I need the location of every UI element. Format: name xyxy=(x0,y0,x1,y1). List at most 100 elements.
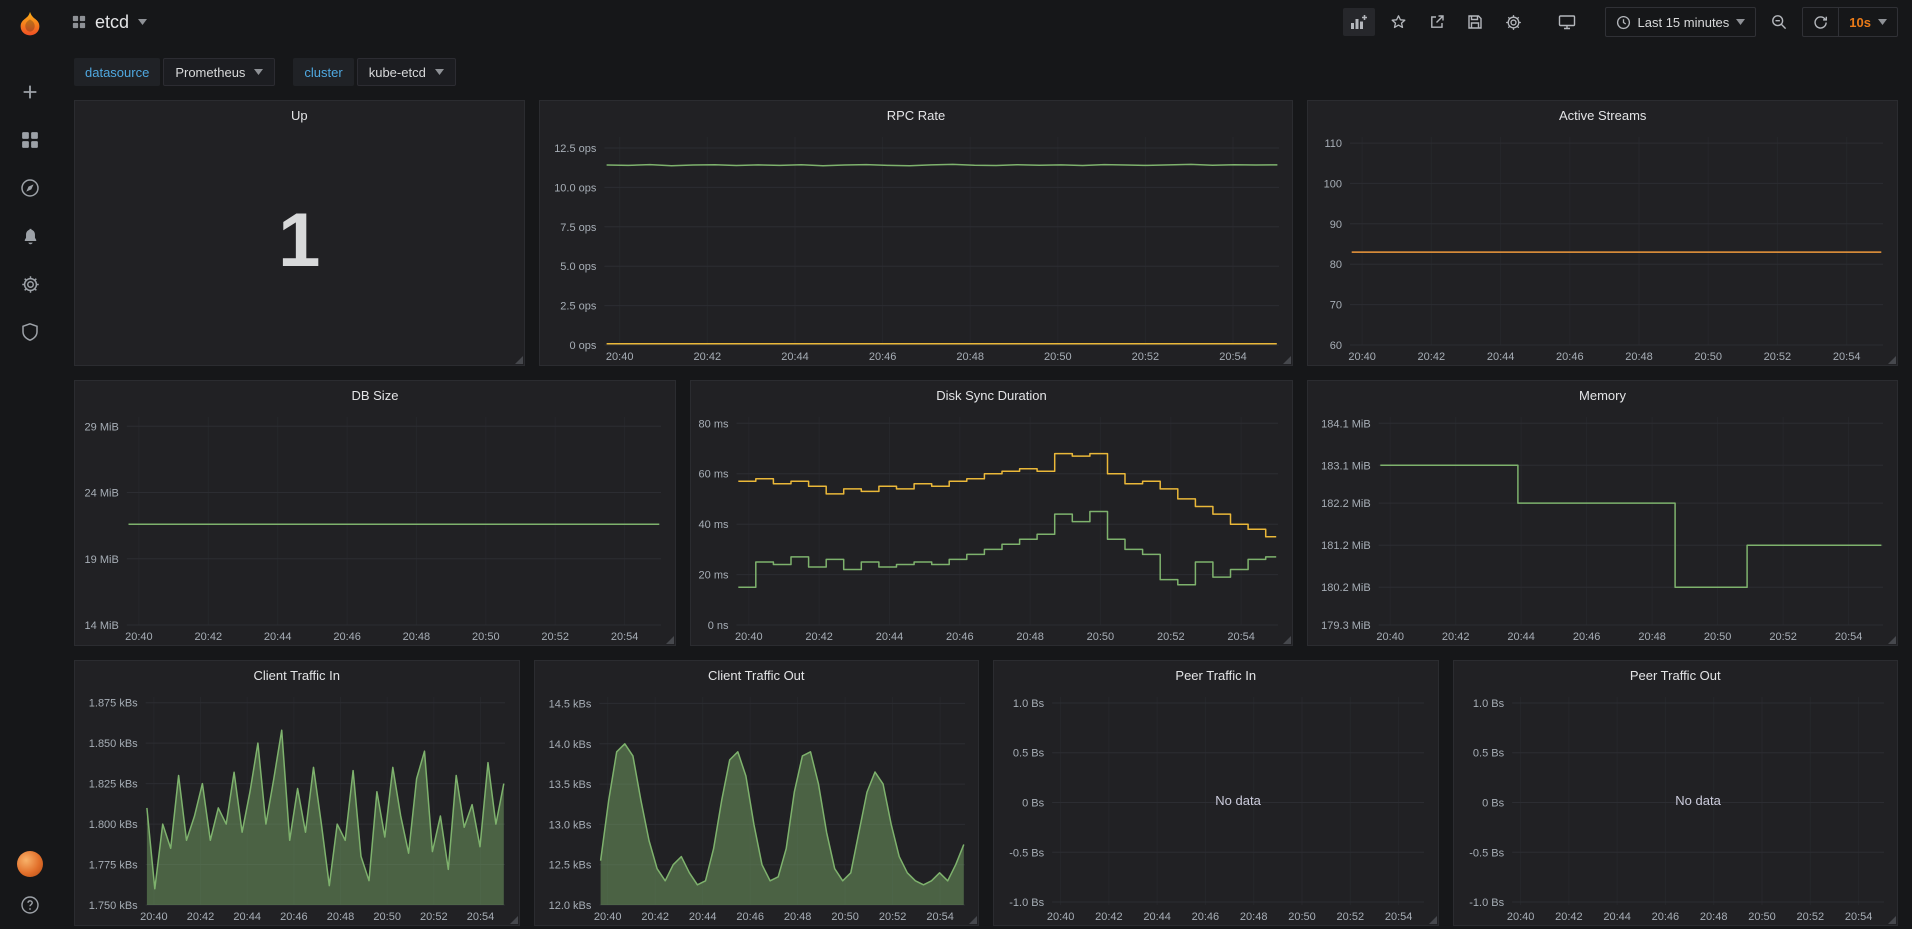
clock-icon xyxy=(1616,15,1631,30)
sidebar-item-help[interactable] xyxy=(0,895,60,915)
peer-traffic-in-chart[interactable]: 20:4020:4220:4420:4620:4820:5020:5220:54… xyxy=(994,689,1438,925)
svg-text:7.5 ops: 7.5 ops xyxy=(560,222,597,234)
svg-text:20:42: 20:42 xyxy=(195,631,223,643)
svg-text:-0.5 Bs: -0.5 Bs xyxy=(1009,847,1044,859)
svg-text:20:46: 20:46 xyxy=(1556,351,1584,363)
save-dashboard-button[interactable] xyxy=(1460,8,1490,36)
caret-down-icon xyxy=(254,69,263,75)
svg-text:20:50: 20:50 xyxy=(1748,911,1776,923)
svg-text:0.5 Bs: 0.5 Bs xyxy=(1013,748,1045,760)
variable-label: cluster xyxy=(293,58,353,86)
svg-text:20:48: 20:48 xyxy=(783,911,811,923)
panel-resize-handle[interactable] xyxy=(1888,356,1896,364)
panel-resize-handle[interactable] xyxy=(666,636,674,644)
memory-chart[interactable]: 20:4020:4220:4420:4620:4820:5020:5220:54… xyxy=(1308,409,1897,645)
panel-resize-handle[interactable] xyxy=(1283,356,1291,364)
svg-text:20:52: 20:52 xyxy=(541,631,569,643)
user-avatar[interactable] xyxy=(17,851,43,877)
panel-title[interactable]: Memory xyxy=(1308,381,1897,409)
svg-text:20:46: 20:46 xyxy=(1573,631,1601,643)
variable-datasource: datasource Prometheus xyxy=(74,58,275,86)
svg-text:20:52: 20:52 xyxy=(1337,911,1365,923)
grafana-flame-icon xyxy=(15,10,45,40)
client-traffic-out-chart[interactable]: 20:4020:4220:4420:4620:4820:5020:5220:54… xyxy=(535,689,979,925)
sidebar-item-explore[interactable] xyxy=(0,168,60,208)
svg-text:60: 60 xyxy=(1330,340,1342,352)
svg-text:20:46: 20:46 xyxy=(280,911,308,923)
variable-label: datasource xyxy=(74,58,160,86)
panel-resize-handle[interactable] xyxy=(1888,916,1896,924)
refresh-button[interactable] xyxy=(1803,8,1838,36)
settings-gear-icon xyxy=(1505,14,1522,31)
panel-title[interactable]: RPC Rate xyxy=(540,101,1293,129)
dashboard-title-button[interactable]: etcd xyxy=(72,12,147,33)
refresh-interval-dropdown[interactable]: 10s xyxy=(1838,8,1897,36)
panel-title[interactable]: Client Traffic Out xyxy=(535,661,979,689)
cycle-view-mode-button[interactable] xyxy=(1551,8,1583,36)
disk-sync-duration-chart[interactable]: 20:4020:4220:4420:4620:4820:5020:5220:54… xyxy=(691,409,1292,645)
svg-text:0 Bs: 0 Bs xyxy=(1482,798,1505,810)
svg-text:1.800 kBs: 1.800 kBs xyxy=(89,819,138,831)
panel-title[interactable]: Client Traffic In xyxy=(75,661,519,689)
svg-text:No data: No data xyxy=(1675,793,1721,808)
dashboard-content: datasource Prometheus cluster kube-etcd … xyxy=(60,0,1912,926)
sidebar-item-configuration[interactable] xyxy=(0,264,60,304)
db-size-chart[interactable]: 20:4020:4220:4420:4620:4820:5020:5220:54… xyxy=(75,409,675,645)
panel-resize-handle[interactable] xyxy=(1888,636,1896,644)
zoom-out-time-button[interactable] xyxy=(1764,8,1794,36)
svg-text:20:48: 20:48 xyxy=(403,631,431,643)
peer-traffic-out-chart[interactable]: 20:4020:4220:4420:4620:4820:5020:5220:54… xyxy=(1454,689,1898,925)
active-streams-chart[interactable]: 20:4020:4220:4420:4620:4820:5020:5220:54… xyxy=(1308,129,1897,365)
panel-active-streams: Active Streams 20:4020:4220:4420:4620:48… xyxy=(1307,100,1898,366)
svg-text:20:54: 20:54 xyxy=(611,631,639,643)
svg-text:20:44: 20:44 xyxy=(876,631,904,643)
chart-canvas: 20:4020:4220:4420:4620:4820:5020:5220:54… xyxy=(1308,129,1897,365)
grafana-logo[interactable] xyxy=(0,0,60,50)
svg-text:20:50: 20:50 xyxy=(1695,351,1723,363)
sidebar-menu xyxy=(0,72,60,352)
svg-text:20:50: 20:50 xyxy=(1087,631,1115,643)
star-dashboard-button[interactable] xyxy=(1383,8,1414,36)
panel-resize-handle[interactable] xyxy=(1283,636,1291,644)
svg-text:20:46: 20:46 xyxy=(1651,911,1679,923)
panel-resize-handle[interactable] xyxy=(515,356,523,364)
panel-resize-handle[interactable] xyxy=(1429,916,1437,924)
svg-text:20:48: 20:48 xyxy=(1240,911,1268,923)
svg-text:20:44: 20:44 xyxy=(1507,631,1535,643)
client-traffic-in-chart[interactable]: 20:4020:4220:4420:4620:4820:5020:5220:54… xyxy=(75,689,519,925)
svg-text:20:40: 20:40 xyxy=(735,631,763,643)
svg-text:14.0 kBs: 14.0 kBs xyxy=(548,739,591,751)
svg-text:20:50: 20:50 xyxy=(373,911,401,923)
panel-resize-handle[interactable] xyxy=(969,916,977,924)
sidebar-item-dashboards[interactable] xyxy=(0,120,60,160)
variable-cluster-dropdown[interactable]: kube-etcd xyxy=(357,58,456,86)
dashboard-settings-button[interactable] xyxy=(1498,8,1529,37)
panel-peer-traffic-in: Peer Traffic In 20:4020:4220:4420:4620:4… xyxy=(993,660,1439,926)
caret-down-icon xyxy=(1878,19,1887,25)
svg-text:1.0 Bs: 1.0 Bs xyxy=(1472,698,1504,710)
svg-text:5.0 ops: 5.0 ops xyxy=(560,261,597,273)
panel-title[interactable]: Active Streams xyxy=(1308,101,1897,129)
time-range-picker[interactable]: Last 15 minutes xyxy=(1605,7,1757,37)
svg-text:20:40: 20:40 xyxy=(1349,351,1377,363)
panel-resize-handle[interactable] xyxy=(510,916,518,924)
rpc-rate-chart[interactable]: 20:4020:4220:4420:4620:4820:5020:5220:54… xyxy=(540,129,1293,365)
panel-title[interactable]: Peer Traffic In xyxy=(994,661,1438,689)
panel-rpc-rate: RPC Rate 20:4020:4220:4420:4620:4820:502… xyxy=(539,100,1294,366)
sidebar-item-server-admin[interactable] xyxy=(0,312,60,352)
svg-text:1.750 kBs: 1.750 kBs xyxy=(89,900,138,912)
panel-title[interactable]: Up xyxy=(75,101,524,129)
svg-text:13.0 kBs: 13.0 kBs xyxy=(548,819,591,831)
panel-title[interactable]: Peer Traffic Out xyxy=(1454,661,1898,689)
sidebar-item-alerting[interactable] xyxy=(0,216,60,256)
variable-datasource-dropdown[interactable]: Prometheus xyxy=(163,58,275,86)
svg-text:20:50: 20:50 xyxy=(1044,351,1072,363)
sidebar-item-create[interactable] xyxy=(0,72,60,112)
share-dashboard-button[interactable] xyxy=(1422,8,1452,36)
svg-text:20:42: 20:42 xyxy=(1442,631,1470,643)
svg-text:20:40: 20:40 xyxy=(1047,911,1075,923)
panel-title[interactable]: DB Size xyxy=(75,381,675,409)
add-panel-button[interactable] xyxy=(1343,8,1375,36)
configuration-gear-icon xyxy=(21,275,40,294)
panel-title[interactable]: Disk Sync Duration xyxy=(691,381,1292,409)
